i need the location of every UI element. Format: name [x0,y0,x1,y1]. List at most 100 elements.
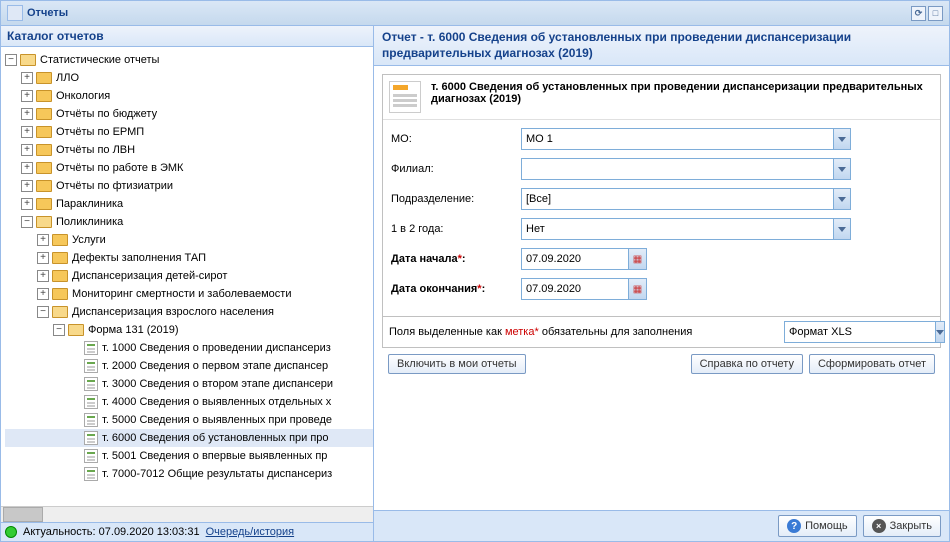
folder-icon [36,90,52,102]
close-button[interactable]: ×Закрыть [863,515,941,537]
dropdown-icon[interactable] [935,321,945,343]
required-note: Поля выделенные как метка* обязательны д… [389,326,692,338]
report-icon [389,81,421,113]
tree-report-item[interactable]: т. 7000-7012 Общие результаты диспансери… [5,465,373,483]
tree-report-item[interactable]: т. 4000 Сведения о выявленных отдельных … [5,393,373,411]
tree-root[interactable]: −Статистические отчеты [5,51,373,69]
expand-icon[interactable]: + [37,252,49,264]
date-start-input[interactable] [521,248,629,270]
expand-icon[interactable]: + [37,288,49,300]
podr-input[interactable] [521,188,833,210]
tree-report-item[interactable]: т. 1000 Сведения о проведении диспансери… [5,339,373,357]
status-ok-icon [5,526,17,538]
tree-report-item[interactable]: т. 5000 Сведения о выявленных при провед… [5,411,373,429]
expand-icon[interactable]: + [21,126,33,138]
report-icon [84,377,98,391]
collapse-icon[interactable]: − [37,306,49,318]
report-info-title: т. 6000 Сведения об установленных при пр… [431,81,934,113]
actuality-text: Актуальность: 07.09.2020 13:03:31 [23,526,200,538]
expand-icon[interactable]: + [21,144,33,156]
calendar-icon[interactable]: ▦ [629,278,647,300]
date-start-label: Дата начала*: [391,253,521,265]
window-titlebar: Отчеты ⟳ □ [1,1,949,26]
close-icon: × [872,519,886,533]
dropdown-icon[interactable] [833,218,851,240]
folder-icon [52,306,68,318]
refresh-button[interactable]: ⟳ [911,6,926,21]
folder-icon [52,234,68,246]
folder-icon [36,162,52,174]
tree-folder[interactable]: +Отчёты по фтизиатрии [5,177,373,195]
folder-icon [20,54,36,66]
folder-icon [52,288,68,300]
collapse-icon[interactable]: − [21,216,33,228]
report-icon [84,467,98,481]
date-end-input[interactable] [521,278,629,300]
tree-folder[interactable]: +Диспансеризация детей-сирот [5,267,373,285]
report-icon [84,341,98,355]
help-button[interactable]: ?Помощь [778,515,857,537]
tree-folder[interactable]: +Отчёты по работе в ЭМК [5,159,373,177]
expand-icon[interactable]: + [21,162,33,174]
collapse-icon[interactable]: − [5,54,17,66]
dropdown-icon[interactable] [833,188,851,210]
tree-folder[interactable]: +Онкология [5,87,373,105]
calendar-icon[interactable]: ▦ [629,248,647,270]
report-icon [84,359,98,373]
dropdown-icon[interactable] [833,128,851,150]
help-icon: ? [787,519,801,533]
folder-icon [68,324,84,336]
report-tree[interactable]: −Статистические отчеты +ЛЛО+Онкология+От… [1,47,373,506]
tree-folder[interactable]: +Отчёты по ЕРМП [5,123,373,141]
dropdown-icon[interactable] [833,158,851,180]
filial-input[interactable] [521,158,833,180]
tree-folder[interactable]: −Форма 131 (2019) [5,321,373,339]
filial-label: Филиал: [391,163,521,175]
tree-report-item[interactable]: т. 3000 Сведения о втором этапе диспансе… [5,375,373,393]
tree-folder[interactable]: +Отчёты по ЛВН [5,141,373,159]
folder-icon [52,252,68,264]
tree-report-item[interactable]: т. 6000 Сведения об установленных при пр… [5,429,373,447]
tree-folder[interactable]: +Отчёты по бюджету [5,105,373,123]
expand-icon[interactable]: + [21,108,33,120]
help-report-button[interactable]: Справка по отчету [691,354,803,374]
podr-label: Подразделение: [391,193,521,205]
tree-report-item[interactable]: т. 2000 Сведения о первом этапе диспансе… [5,357,373,375]
form-report-button[interactable]: Сформировать отчет [809,354,935,374]
report-icon [84,413,98,427]
queue-link[interactable]: Очередь/история [206,526,295,538]
freq-label: 1 в 2 года: [391,223,521,235]
tree-folder[interactable]: +Мониторинг смертности и заболеваемости [5,285,373,303]
window-title: Отчеты [27,7,68,19]
tree-folder[interactable]: +Услуги [5,231,373,249]
expand-icon[interactable]: + [21,180,33,192]
tree-folder[interactable]: +ЛЛО [5,69,373,87]
tree-report-item[interactable]: т. 5001 Сведения о впервые выявленных пр [5,447,373,465]
folder-icon [36,108,52,120]
collapse-icon[interactable]: − [53,324,65,336]
report-icon [84,431,98,445]
expand-icon[interactable]: + [21,198,33,210]
report-icon [84,395,98,409]
folder-icon [52,270,68,282]
tree-folder[interactable]: −Диспансеризация взрослого населения [5,303,373,321]
catalog-header: Каталог отчетов [1,26,373,47]
folder-icon [36,216,52,228]
format-input[interactable] [784,321,935,343]
expand-icon[interactable]: + [21,72,33,84]
mo-input[interactable] [521,128,833,150]
expand-icon[interactable]: + [37,270,49,282]
tree-folder[interactable]: +Параклиника [5,195,373,213]
expand-icon[interactable]: + [37,234,49,246]
folder-icon [36,180,52,192]
freq-input[interactable] [521,218,833,240]
date-end-label: Дата окончания*: [391,283,521,295]
maximize-button[interactable]: □ [928,6,943,21]
folder-icon [36,72,52,84]
report-header: Отчет - т. 6000 Сведения об установленны… [374,26,949,66]
horizontal-scrollbar[interactable] [1,506,373,522]
tree-folder[interactable]: −Поликлиника [5,213,373,231]
include-button[interactable]: Включить в мои отчеты [388,354,526,374]
expand-icon[interactable]: + [21,90,33,102]
tree-folder[interactable]: +Дефекты заполнения ТАП [5,249,373,267]
